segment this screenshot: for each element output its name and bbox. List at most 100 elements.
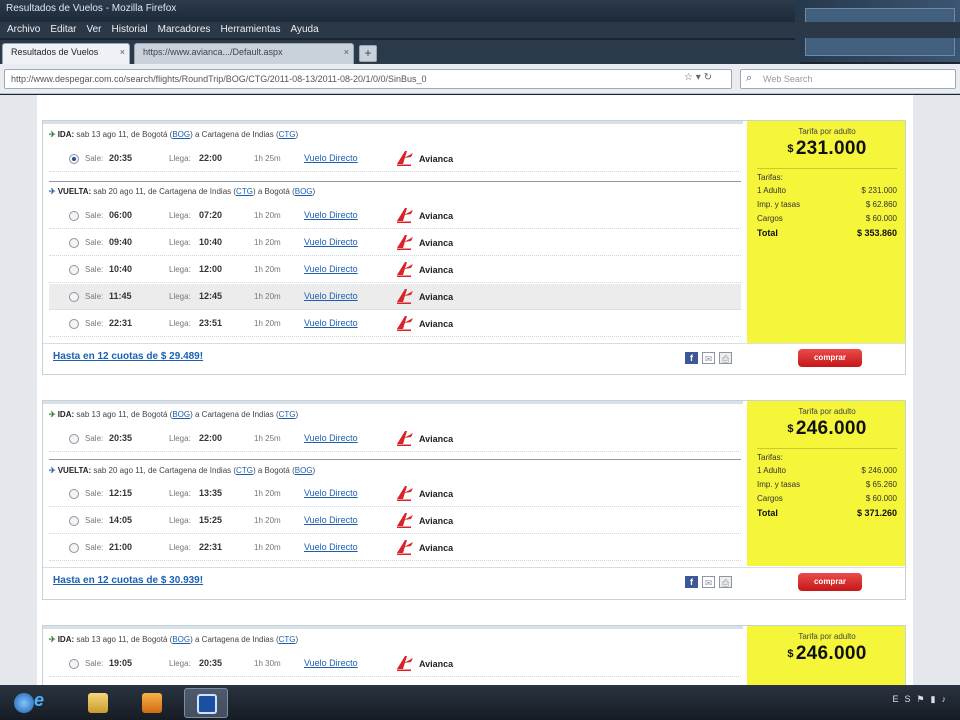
taskbar-firefox[interactable] bbox=[184, 688, 228, 718]
departure-time: 09:40 bbox=[109, 237, 133, 247]
flight-row[interactable]: Sale: 10:40 Llega: 12:00 1h 20m Vuelo Di… bbox=[49, 257, 741, 283]
price-amount: $246.000 bbox=[757, 643, 897, 665]
airline-name: Avianca bbox=[419, 265, 454, 275]
email-icon[interactable]: ✉ bbox=[702, 352, 715, 364]
flag-icon[interactable]: ⚑ bbox=[916, 694, 930, 704]
flight-row[interactable]: Sale: 20:35 Llega: 22:00 1h 25m Vuelo Di… bbox=[49, 146, 741, 172]
flight-row[interactable]: Sale: 21:00 Llega: 22:31 1h 20m Vuelo Di… bbox=[49, 535, 741, 561]
dropdown-icon[interactable]: ▾ bbox=[696, 72, 701, 83]
plane-return-icon: ✈ bbox=[49, 187, 56, 196]
flight-row[interactable]: Sale: 12:15 Llega: 13:35 1h 20m Vuelo Di… bbox=[49, 481, 741, 507]
airport-code-link[interactable]: BOG bbox=[172, 130, 190, 139]
flight-radio[interactable] bbox=[69, 319, 79, 329]
bookmark-star-icon[interactable]: ☆ bbox=[684, 72, 693, 83]
airport-code-link[interactable]: CTG bbox=[236, 466, 253, 475]
network-icon[interactable]: ▮ bbox=[931, 694, 942, 704]
menu-ver[interactable]: Ver bbox=[81, 22, 106, 37]
flight-radio[interactable] bbox=[69, 265, 79, 275]
reload-icon[interactable]: ↻ bbox=[704, 72, 712, 83]
airport-code-link[interactable]: BOG bbox=[295, 187, 313, 196]
vuelo-directo-link[interactable]: Vuelo Directo bbox=[304, 515, 358, 525]
flight-row[interactable]: Sale: 22:31 Llega: 23:51 1h 20m Vuelo Di… bbox=[49, 311, 741, 337]
taskbar-ie[interactable]: e bbox=[22, 688, 66, 718]
cuotas-link[interactable]: Hasta en 12 cuotas de $ 30.939! bbox=[53, 575, 203, 586]
duration: 1h 20m bbox=[254, 238, 281, 247]
flight-row[interactable]: Sale: 11:45 Llega: 12:45 1h 20m Vuelo Di… bbox=[49, 284, 741, 310]
avianca-logo-icon bbox=[397, 656, 413, 671]
close-icon[interactable]: × bbox=[120, 47, 125, 57]
vuelo-directo-link[interactable]: Vuelo Directo bbox=[304, 488, 358, 498]
flight-radio[interactable] bbox=[69, 543, 79, 553]
flight-radio[interactable] bbox=[69, 292, 79, 302]
flight-radio[interactable] bbox=[69, 211, 79, 221]
flight-radio[interactable] bbox=[69, 238, 79, 248]
price-value: 246.000 bbox=[795, 643, 867, 664]
flight-row[interactable]: Sale: 20:35 Llega: 22:00 1h 25m Vuelo Di… bbox=[49, 426, 741, 452]
email-icon[interactable]: ✉ bbox=[702, 576, 715, 588]
comprar-button[interactable]: comprar bbox=[798, 573, 862, 591]
flight-row[interactable]: Sale: 09:40 Llega: 10:40 1h 20m Vuelo Di… bbox=[49, 230, 741, 256]
menu-archivo[interactable]: Archivo bbox=[2, 22, 45, 37]
menu-ayuda[interactable]: Ayuda bbox=[285, 22, 323, 37]
airport-code-link[interactable]: BOG bbox=[172, 635, 190, 644]
volume-icon[interactable]: ♪ bbox=[942, 694, 953, 704]
print-icon[interactable]: ⎙ bbox=[719, 352, 732, 364]
airport-code-link[interactable]: BOG bbox=[295, 466, 313, 475]
tab-avianca[interactable]: https://www.avianca.../Default.aspx × bbox=[134, 43, 354, 64]
flight-radio[interactable] bbox=[69, 659, 79, 669]
facebook-icon[interactable]: f bbox=[685, 576, 698, 588]
airport-code-link[interactable]: CTG bbox=[279, 410, 296, 419]
airline-name: Avianca bbox=[419, 434, 454, 444]
vuelo-directo-link[interactable]: Vuelo Directo bbox=[304, 542, 358, 552]
search-icon: ⌕ bbox=[746, 72, 753, 84]
airport-code-link[interactable]: CTG bbox=[279, 635, 296, 644]
url-input[interactable]: http://www.despegar.com.co/search/flight… bbox=[4, 69, 732, 89]
vuelo-directo-link[interactable]: Vuelo Directo bbox=[304, 153, 358, 163]
flight-radio[interactable] bbox=[69, 434, 79, 444]
menu-marcadores[interactable]: Marcadores bbox=[153, 22, 216, 37]
airport-code-link[interactable]: CTG bbox=[236, 187, 253, 196]
menu-editar[interactable]: Editar bbox=[45, 22, 81, 37]
flight-row[interactable]: Sale: 06:00 Llega: 07:20 1h 20m Vuelo Di… bbox=[49, 203, 741, 229]
fare-row-adulto: 1 Adulto $ 246.000 bbox=[757, 464, 897, 478]
flight-radio[interactable] bbox=[69, 154, 79, 164]
ida-text-end: ) bbox=[295, 410, 299, 419]
taskbar-explorer[interactable] bbox=[76, 688, 120, 718]
fare-row-cargos: Cargos $ 60.000 bbox=[757, 212, 897, 226]
vuelo-directo-link[interactable]: Vuelo Directo bbox=[304, 264, 358, 274]
close-icon[interactable]: × bbox=[344, 47, 349, 57]
avianca-logo-icon bbox=[397, 289, 413, 304]
new-tab-button[interactable]: + bbox=[359, 45, 377, 62]
vuelo-directo-link[interactable]: Vuelo Directo bbox=[304, 658, 358, 668]
ida-text: sab 13 ago 11, de Bogotá ( bbox=[76, 410, 173, 419]
vuelo-directo-link[interactable]: Vuelo Directo bbox=[304, 237, 358, 247]
vuelo-directo-link[interactable]: Vuelo Directo bbox=[304, 210, 358, 220]
vuelo-directo-link[interactable]: Vuelo Directo bbox=[304, 291, 358, 301]
print-icon[interactable]: ⎙ bbox=[719, 576, 732, 588]
vuelo-directo-link[interactable]: Vuelo Directo bbox=[304, 433, 358, 443]
tab-resultados[interactable]: Resultados de Vuelos × bbox=[2, 43, 130, 64]
airport-code-link[interactable]: CTG bbox=[279, 130, 296, 139]
language-indicator[interactable]: ES bbox=[892, 694, 916, 704]
flight-radio[interactable] bbox=[69, 489, 79, 499]
taskbar-media[interactable] bbox=[130, 688, 174, 718]
cuotas-link[interactable]: Hasta en 12 cuotas de $ 29.489! bbox=[53, 351, 203, 362]
menu-historial[interactable]: Historial bbox=[107, 22, 153, 37]
vuelta-text-end: ) bbox=[312, 187, 316, 196]
airline-name: Avianca bbox=[419, 319, 454, 329]
menu-herramientas[interactable]: Herramientas bbox=[215, 22, 285, 37]
flight-radio[interactable] bbox=[69, 516, 79, 526]
flight-row[interactable]: Sale: 19:05 Llega: 20:35 1h 30m Vuelo Di… bbox=[49, 651, 741, 677]
facebook-icon[interactable]: f bbox=[685, 352, 698, 364]
avianca-logo-icon bbox=[397, 262, 413, 277]
arrival-time: 23:51 bbox=[199, 318, 223, 328]
vuelta-leg-header: ✈ VUELTA: sab 20 ago 11, de Cartagena de … bbox=[49, 187, 315, 196]
airport-code-link[interactable]: BOG bbox=[172, 410, 190, 419]
arrival-time: 12:45 bbox=[199, 291, 223, 301]
url-buttons: ☆ ▾ ↻ bbox=[684, 72, 712, 83]
flight-row[interactable]: Sale: 14:05 Llega: 15:25 1h 20m Vuelo Di… bbox=[49, 508, 741, 534]
search-input[interactable]: ⌕ Web Search bbox=[740, 69, 956, 89]
comprar-button[interactable]: comprar bbox=[798, 349, 862, 367]
vuelo-directo-link[interactable]: Vuelo Directo bbox=[304, 318, 358, 328]
arrival-time: 20:35 bbox=[199, 658, 223, 668]
